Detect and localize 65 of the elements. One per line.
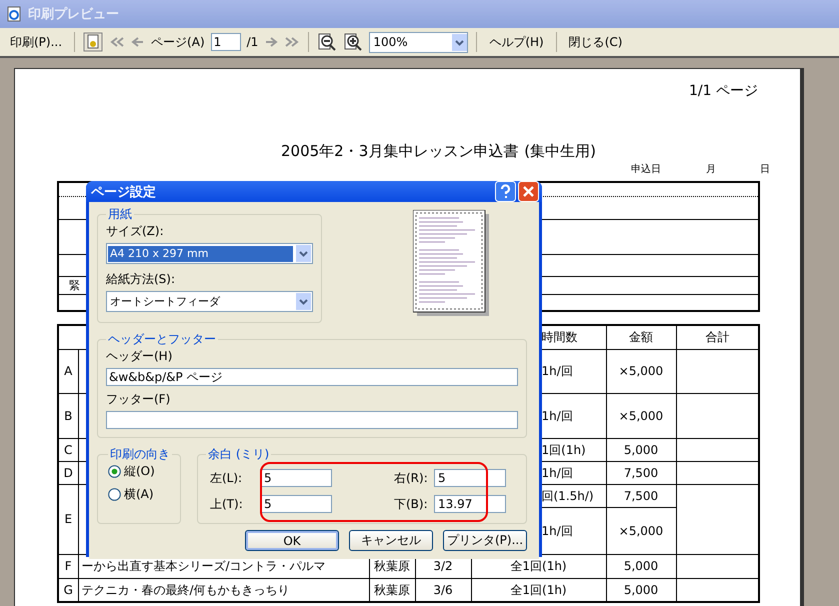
table-cell: 7,500	[606, 461, 676, 484]
page-setup-icon[interactable]	[83, 32, 104, 52]
page-number-field[interactable]: 1	[210, 33, 241, 51]
field-label: 下(B):	[393, 496, 429, 512]
table-cell: C	[58, 438, 78, 461]
previous-page-icon[interactable]	[131, 36, 146, 48]
page-total: /1	[246, 35, 258, 49]
field-label: 左(L):	[210, 470, 244, 486]
document-subtitle: (集中生用)	[524, 142, 596, 160]
table-cell: D	[58, 461, 78, 484]
zoom-dropdown[interactable]: 100%	[369, 32, 468, 52]
footer-field[interactable]	[106, 411, 518, 429]
help-icon[interactable]	[495, 181, 516, 202]
table-cell: E	[58, 484, 78, 554]
last-page-icon[interactable]	[284, 36, 300, 48]
document-title: 2005年2・3月集中レッスン申込書	[281, 142, 518, 160]
margin-field[interactable]: 5	[260, 495, 332, 513]
field-label: サイズ(Z):	[106, 223, 165, 240]
table-cell: ×5,000	[606, 393, 676, 438]
table-cell: F	[58, 554, 78, 578]
group-label: 印刷の向き	[109, 446, 171, 463]
first-page-icon[interactable]	[109, 36, 126, 48]
dialog-button[interactable]: プリンタ(P)...	[443, 530, 527, 551]
field-label: 給紙方法(S):	[106, 271, 176, 288]
table-cell: B	[58, 393, 78, 438]
field-label: フッター(F)	[106, 391, 172, 408]
window-title: 印刷プレビュー	[28, 6, 119, 23]
page-number: 1/1 ページ	[688, 82, 759, 100]
margin-field[interactable]: 5	[434, 469, 506, 487]
group-label: ヘッダーとフッター	[107, 331, 217, 348]
date-label: 申込日	[631, 164, 661, 176]
header-field[interactable]: &w&b&p/&P ページ	[106, 368, 518, 386]
date-label: 月	[706, 164, 716, 176]
close-button[interactable]: 閉じる(C)	[564, 32, 626, 52]
next-page-icon[interactable]	[264, 36, 278, 48]
zoom-out-icon[interactable]	[317, 32, 338, 52]
zoom-in-icon[interactable]	[343, 32, 364, 52]
close-icon[interactable]	[518, 181, 539, 202]
app-icon	[6, 6, 22, 22]
radio-option[interactable]: 横(A)	[108, 486, 172, 503]
field-label: 右(R):	[393, 470, 429, 486]
table-cell: ×5,000	[606, 349, 676, 393]
dialog-title: ページ設定	[91, 184, 157, 200]
group-label: 用紙	[107, 206, 133, 223]
dialog-button[interactable]: OK	[245, 530, 339, 551]
date-label: 日	[760, 164, 770, 176]
table-cell: 3/6	[415, 578, 471, 602]
dialog-button[interactable]: キャンセル	[349, 530, 433, 551]
table-header: 金額	[606, 325, 676, 349]
table-cell: 5,000	[606, 554, 676, 578]
margin-field[interactable]: 5	[260, 469, 332, 487]
table-cell: 7,500	[606, 484, 676, 507]
table-cell: 5,000	[606, 438, 676, 461]
margin-field[interactable]: 13.97	[434, 495, 506, 513]
print-button[interactable]: 印刷(P)...	[6, 32, 66, 52]
size-dropdown[interactable]: A4 210 x 297 mm	[106, 243, 313, 264]
help-button[interactable]: ヘルプ(H)	[485, 32, 548, 52]
page-label: ページ(A)	[151, 34, 205, 50]
radio-option[interactable]: 縦(O)	[108, 463, 172, 480]
paper-source-dropdown[interactable]: オートシートフィーダ	[106, 291, 313, 312]
table-cell: 緊	[69, 278, 80, 292]
group-label: 余白 (ミリ)	[207, 446, 270, 463]
field-label: 上(T):	[210, 496, 244, 512]
field-label: ヘッダー(H)	[106, 348, 174, 365]
table-cell: A	[58, 349, 78, 393]
